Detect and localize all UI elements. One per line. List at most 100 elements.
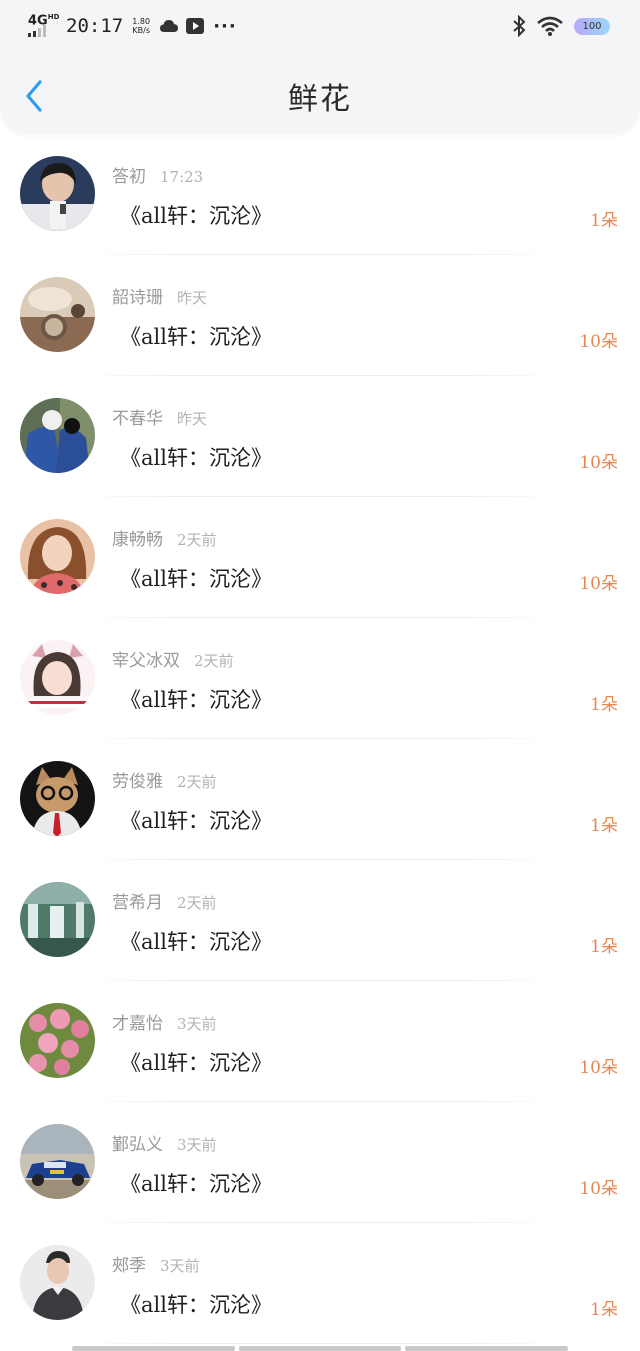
avatar[interactable] <box>20 761 95 836</box>
timestamp: 17:23 <box>160 168 204 186</box>
avatar[interactable] <box>20 1003 95 1078</box>
pocket-watch-icon <box>20 277 95 352</box>
username: 鄞弘义 3天前 <box>112 1130 217 1155</box>
divider <box>84 1343 556 1344</box>
username-text: 答初 <box>112 167 146 187</box>
battery-icon: 100 <box>574 17 610 35</box>
list-item[interactable]: 康畅畅 2天前 《all轩：沉沦》 10朵 <box>0 497 640 618</box>
scroll-segment <box>238 1346 402 1351</box>
work-title: 《all轩：沉沦》 <box>120 930 272 954</box>
timestamp: 2天前 <box>177 773 217 791</box>
username: 答初 17:23 <box>112 162 203 187</box>
list-item[interactable]: 鄞弘义 3天前 《all轩：沉沦》 10朵 <box>0 1102 640 1223</box>
network-indicator: 4GHD <box>28 11 60 41</box>
work-title: 《all轩：沉沦》 <box>120 1172 272 1196</box>
timestamp: 昨天 <box>177 410 208 428</box>
username-text: 鄞弘义 <box>112 1135 163 1155</box>
speed-unit: KB/s <box>132 26 150 35</box>
username: 韶诗珊 昨天 <box>112 283 207 308</box>
username: 康畅畅 2天前 <box>112 525 217 550</box>
pink-flowers-icon <box>20 1003 95 1078</box>
avatar[interactable] <box>20 519 95 594</box>
username-text: 劳俊雅 <box>112 772 163 792</box>
flower-count: 1朵 <box>590 937 618 957</box>
timestamp: 昨天 <box>177 289 208 307</box>
scroll-segment <box>72 1346 235 1351</box>
status-right: 100 <box>512 12 610 40</box>
speed-value: 1.80 <box>132 17 151 26</box>
more-notifications-icon: ··· <box>213 15 237 37</box>
signal-icon <box>28 25 46 37</box>
username: 才嘉怡 3天前 <box>112 1009 217 1034</box>
timestamp: 3天前 <box>160 1257 200 1275</box>
status-left: 4GHD 20:17 1.80 KB/s ··· <box>28 10 237 42</box>
list-item[interactable]: 郟季 3天前 《all轩：沉沦》 1朵 <box>0 1223 640 1344</box>
work-title: 《all轩：沉沦》 <box>120 1293 272 1317</box>
username: 郟季 3天前 <box>112 1251 200 1276</box>
flower-count: 1朵 <box>590 695 618 715</box>
work-title: 《all轩：沉沦》 <box>120 325 272 349</box>
list-item[interactable]: 营希月 2天前 《all轩：沉沦》 1朵 <box>0 860 640 981</box>
network-hd: HD <box>47 13 60 21</box>
work-title: 《all轩：沉沦》 <box>120 688 272 712</box>
list-item[interactable]: 宰父冰双 2天前 《all轩：沉沦》 1朵 <box>0 618 640 739</box>
cat-with-glasses-icon <box>20 761 95 836</box>
timestamp: 3天前 <box>177 1015 217 1033</box>
network-speed: 1.80 KB/s <box>129 17 153 35</box>
avatar[interactable] <box>20 398 95 473</box>
list-item[interactable]: 才嘉怡 3天前 《all轩：沉沦》 10朵 <box>0 981 640 1102</box>
avatar[interactable] <box>20 1245 95 1320</box>
username-text: 郟季 <box>112 1256 146 1276</box>
timestamp: 3天前 <box>177 1136 217 1154</box>
flower-count: 10朵 <box>579 574 618 594</box>
video-app-icon <box>186 18 205 34</box>
flower-count: 1朵 <box>590 1300 618 1320</box>
avatar[interactable] <box>20 156 95 231</box>
work-title: 《all轩：沉沦》 <box>120 204 272 228</box>
flower-count: 10朵 <box>579 332 618 352</box>
rally-car-icon <box>20 1124 95 1199</box>
timestamp: 2天前 <box>177 894 217 912</box>
flower-count: 10朵 <box>579 1179 618 1199</box>
scroll-segment <box>405 1346 569 1351</box>
avatar[interactable] <box>20 882 95 957</box>
list-item[interactable]: 不春华 昨天 《all轩：沉沦》 10朵 <box>0 376 640 497</box>
cloud-icon <box>160 20 179 32</box>
flower-count: 10朵 <box>579 1058 618 1078</box>
list-item[interactable]: 答初 17:23 《all轩：沉沦》 1朵 <box>0 134 640 255</box>
person-portrait-icon <box>20 156 95 231</box>
username-text: 康畅畅 <box>112 530 163 550</box>
battery-level: 100 <box>582 20 602 32</box>
denim-outfit-icon <box>20 398 95 473</box>
cartoon-girl-icon <box>20 640 95 715</box>
flower-count: 1朵 <box>590 816 618 836</box>
flower-count: 10朵 <box>579 453 618 473</box>
list-item[interactable]: 韶诗珊 昨天 《all轩：沉沦》 10朵 <box>0 255 640 376</box>
work-title: 《all轩：沉沦》 <box>120 1051 272 1075</box>
username: 不春华 昨天 <box>112 404 207 429</box>
bluetooth-icon <box>513 15 526 37</box>
status-bar: 4GHD 20:17 1.80 KB/s ··· 100 <box>0 0 640 52</box>
bottom-scrollbar <box>72 1346 569 1351</box>
flower-count: 1朵 <box>590 211 618 231</box>
timestamp: 2天前 <box>194 652 234 670</box>
username: 营希月 2天前 <box>112 888 217 913</box>
waterfall-icon <box>20 882 95 957</box>
man-portrait-icon <box>20 1245 95 1320</box>
username-text: 韶诗珊 <box>112 288 163 308</box>
page-title: 鲜花 <box>288 82 352 117</box>
wifi-icon <box>537 16 563 36</box>
avatar[interactable] <box>20 277 95 352</box>
work-title: 《all轩：沉沦》 <box>120 809 272 833</box>
nav-bar: 鲜花 <box>0 52 640 132</box>
username-text: 不春华 <box>112 409 163 429</box>
username-text: 宰父冰双 <box>112 651 180 671</box>
username-text: 才嘉怡 <box>112 1014 163 1034</box>
username: 劳俊雅 2天前 <box>112 767 217 792</box>
list-item[interactable]: 劳俊雅 2天前 《all轩：沉沦》 1朵 <box>0 739 640 860</box>
username: 宰父冰双 2天前 <box>112 646 234 671</box>
avatar[interactable] <box>20 640 95 715</box>
timestamp: 2天前 <box>177 531 217 549</box>
avatar[interactable] <box>20 1124 95 1199</box>
username-text: 营希月 <box>112 893 163 913</box>
